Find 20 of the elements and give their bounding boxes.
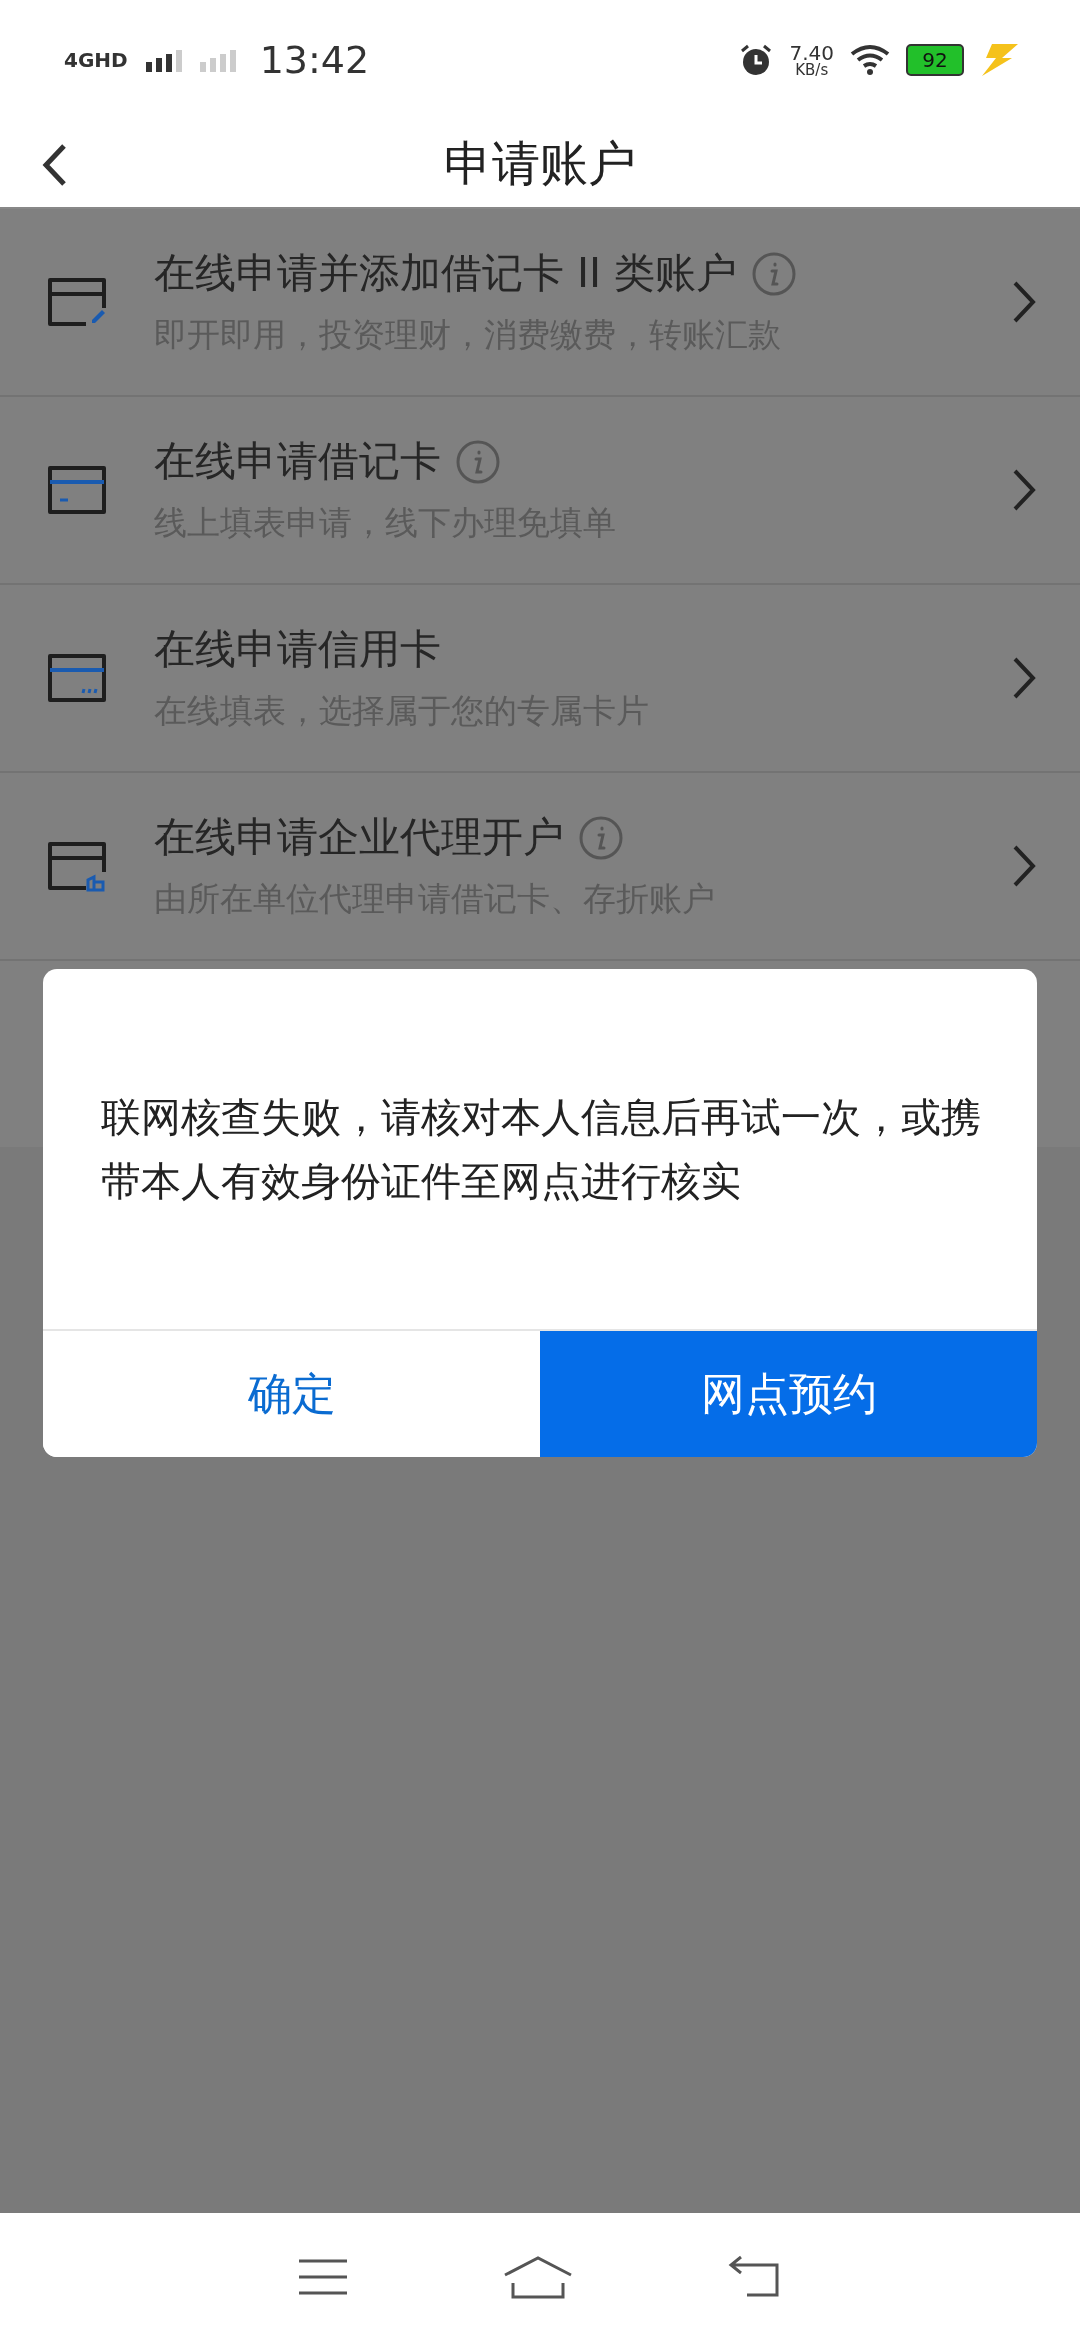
lightning-icon [980,42,1020,78]
speed-unit: KB/s [795,62,829,78]
option-title: 在线申请信用卡 [154,624,441,675]
battery-level: 92 [906,44,964,76]
option-title: 在线申请企业代理开户 [154,812,564,863]
chevron-right-icon [1012,656,1036,700]
chevron-right-icon [1012,280,1036,324]
option-title: 在线申请借记卡 [154,436,441,487]
home-icon[interactable] [503,2254,573,2299]
alarm-icon [739,43,774,77]
network-label: 4GHD [64,48,128,72]
speed-value: 7.40 [789,42,834,63]
chevron-right-icon [1012,468,1036,512]
chevron-right-icon [1012,844,1036,888]
dialog-message: 联网核查失败，请核对本人信息后再试一次，或携带本人有效身份证件至网点进行核实 [100,1093,982,1206]
wifi-icon [850,44,890,76]
option-title: 在线申请并添加借记卡 II 类账户 [154,248,738,299]
page-title: 申请账户 [444,133,636,193]
clock-time: 13:42 [259,38,370,82]
dialog-button[interactable]: 网点预约 [540,1331,1037,1457]
